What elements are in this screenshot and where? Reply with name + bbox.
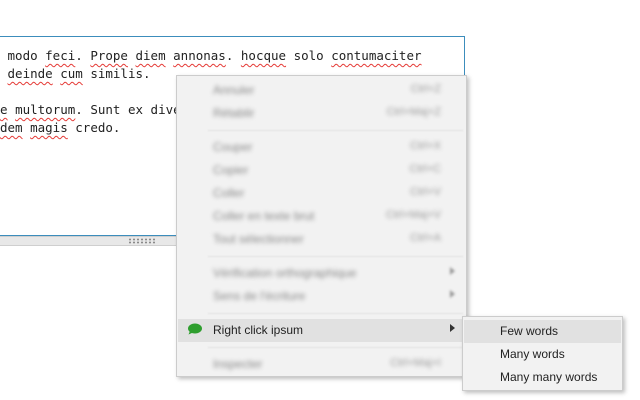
- menu-item-shortcut: Ctrl+Maj+V: [385, 209, 441, 221]
- menu-item-label: Vérification orthographique: [213, 266, 357, 280]
- submenu-item-label: Few words: [500, 324, 559, 338]
- menu-separator: [208, 313, 463, 314]
- text-run: solo: [286, 48, 332, 63]
- submenu-item-many-many-words[interactable]: Many many words: [464, 366, 621, 389]
- menu-separator: [208, 130, 463, 131]
- speech-bubble-icon: [188, 323, 202, 335]
- text-run: .: [75, 48, 91, 63]
- resize-grip-icon[interactable]: [128, 238, 156, 244]
- context-menu: Annuler Ctrl+Z Rétablir Ctrl+Maj+Z Couper Ctr…: [176, 75, 467, 377]
- menu-item-label: Tout sélectionner: [213, 232, 304, 246]
- menu-item-label: Coller en texte brut: [213, 209, 315, 223]
- misspelled-word: deinde: [7, 66, 53, 81]
- menu-item-couper[interactable]: Couper Ctrl+X: [178, 136, 465, 159]
- menu-item-label: Couper: [213, 140, 253, 154]
- menu-item-shortcut: Ctrl+C: [409, 163, 441, 175]
- menu-item-label: Coller: [213, 186, 245, 200]
- misspelled-word: feci: [45, 48, 76, 63]
- menu-item-tout-s-lectionner[interactable]: Tout sélectionner Ctrl+A: [178, 228, 465, 251]
- menu-item-shortcut: Ctrl+Z: [410, 83, 441, 95]
- misspelled-word: hocque: [240, 48, 287, 63]
- menu-item-label: Annuler: [213, 83, 255, 97]
- menu-item-shortcut: Ctrl+V: [410, 186, 441, 198]
- text-run: similis.: [82, 66, 151, 81]
- menu-item-label: Rétablir: [213, 106, 255, 120]
- submenu-arrow-icon: [450, 324, 455, 332]
- menu-item-v-rification-orthographique[interactable]: Vérification orthographique: [178, 262, 465, 285]
- menu-item-label: Sens de l'écriture: [213, 289, 306, 303]
- text-run: . Sunt ex dive: [75, 102, 181, 117]
- menu-item-shortcut: Ctrl+A: [410, 232, 441, 244]
- misspelled-word: dem: [0, 120, 23, 135]
- menu-item-coller-en-texte-brut[interactable]: Coller en texte brut Ctrl+Maj+V: [178, 205, 465, 228]
- text-run: modo: [0, 48, 46, 63]
- menu-item-label: Inspecter: [213, 357, 263, 371]
- submenu-item-label: Many words: [500, 347, 565, 361]
- menu-separator: [208, 347, 463, 348]
- menu-item-label: Right click ipsum: [213, 323, 304, 337]
- text-run: [128, 48, 136, 63]
- menu-item-copier[interactable]: Copier Ctrl+C: [178, 159, 465, 182]
- menu-item-r-tablir[interactable]: Rétablir Ctrl+Maj+Z: [178, 102, 465, 125]
- text-run: [166, 48, 174, 63]
- right-click-ipsum-submenu: Few words Many words Many many words: [462, 316, 623, 391]
- misspelled-word: cum: [60, 66, 83, 81]
- text-run: [23, 120, 31, 135]
- editor-resize-bar: [0, 236, 178, 246]
- menu-separator: [208, 256, 463, 257]
- menu-item-shortcut: Ctrl+Maj+I: [390, 357, 441, 369]
- misspelled-word: contumaciter: [331, 48, 422, 63]
- menu-item-annuler[interactable]: Annuler Ctrl+Z: [178, 79, 465, 102]
- submenu-item-many-words[interactable]: Many words: [464, 343, 621, 366]
- menu-item-right-click-ipsum[interactable]: Right click ipsum: [178, 319, 465, 342]
- misspelled-word: multorum: [15, 102, 76, 117]
- menu-item-sens-de-l-criture[interactable]: Sens de l'écriture: [178, 285, 465, 308]
- submenu-arrow-icon: [450, 267, 455, 275]
- menu-item-shortcut: Ctrl+Maj+Z: [386, 106, 441, 118]
- misspelled-word: magis: [30, 120, 68, 135]
- misspelled-word: Prope: [90, 48, 128, 63]
- submenu-item-few-words[interactable]: Few words: [464, 320, 621, 343]
- editor-line: modo feci. Prope diem annonas. hocque so…: [0, 47, 422, 65]
- menu-item-coller[interactable]: Coller Ctrl+V: [178, 182, 465, 205]
- menu-item-label: Copier: [213, 163, 249, 177]
- submenu-item-label: Many many words: [500, 370, 598, 384]
- menu-item-shortcut: Ctrl+X: [410, 140, 441, 152]
- text-run: [8, 102, 16, 117]
- text-run: credo.: [67, 120, 121, 135]
- submenu-arrow-icon: [450, 290, 455, 298]
- misspelled-word: e: [0, 102, 8, 117]
- misspelled-word: annonas: [173, 48, 226, 63]
- text-run: [0, 66, 8, 81]
- text-run: .: [225, 48, 241, 63]
- menu-item-inspecter[interactable]: Inspecter Ctrl+Maj+I: [178, 353, 465, 376]
- screen: modo feci. Prope diem annonas. hocque so…: [0, 0, 640, 400]
- misspelled-word: diem: [135, 48, 166, 63]
